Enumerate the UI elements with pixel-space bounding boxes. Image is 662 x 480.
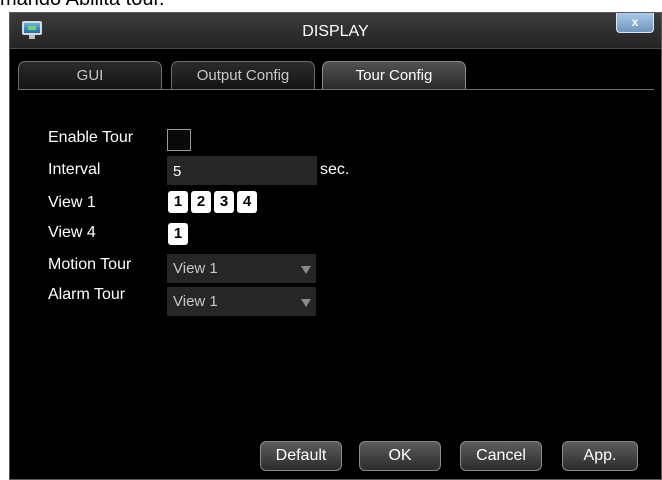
interval-label: Interval [48,161,101,178]
page-caption: mando Abilita tour. [0,0,165,12]
view1-label: View 1 [48,194,96,211]
close-icon: x [631,15,639,29]
tab-gui[interactable]: GUI [18,61,162,89]
ok-button[interactable]: OK [359,441,441,471]
cancel-button[interactable]: Cancel [460,441,542,471]
view1-option-1[interactable]: 1 [168,191,188,213]
tab-bar: GUI Output Config Tour Config [10,61,661,89]
view1-option-2[interactable]: 2 [191,191,211,213]
view4-option-1[interactable]: 1 [168,223,188,245]
interval-unit: sec. [320,161,350,178]
alarm-tour-value: View 1 [173,293,218,310]
motion-tour-label: Motion Tour [48,256,132,273]
chevron-down-icon [301,299,311,307]
motion-tour-select[interactable]: View 1 [167,254,316,283]
interval-field[interactable]: 5 [167,156,317,185]
enable-tour-checkbox[interactable] [167,129,191,151]
apply-button[interactable]: App. [562,441,638,471]
tab-divider [18,89,654,90]
alarm-tour-label: Alarm Tour [48,286,126,303]
view4-label: View 4 [48,224,96,241]
motion-tour-value: View 1 [173,260,218,277]
display-dialog: DISPLAY x GUI Output Config Tour Config … [9,12,662,480]
tab-output-config[interactable]: Output Config [171,61,315,89]
window-title: DISPLAY [302,23,369,40]
tab-tour-config[interactable]: Tour Config [322,61,466,89]
close-button[interactable]: x [616,13,654,33]
titlebar: DISPLAY x [10,13,661,49]
default-button[interactable]: Default [260,441,342,471]
enable-tour-label: Enable Tour [48,129,134,146]
alarm-tour-select[interactable]: View 1 [167,287,316,316]
chevron-down-icon [301,266,311,274]
view1-option-3[interactable]: 3 [214,191,234,213]
view1-option-4[interactable]: 4 [237,191,257,213]
